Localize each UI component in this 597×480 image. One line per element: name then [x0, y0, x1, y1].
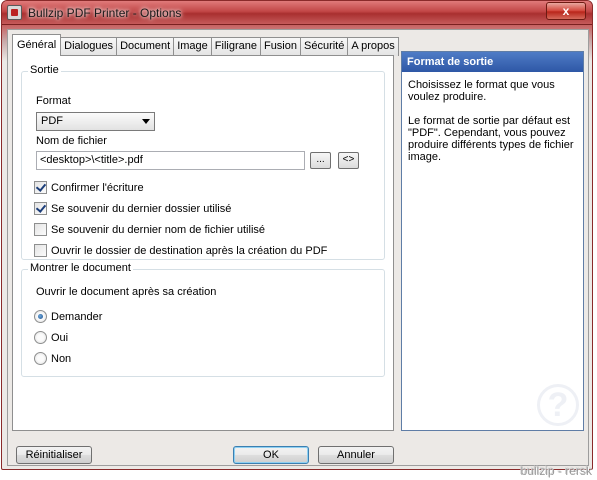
output-group-title: Sortie [28, 64, 61, 76]
radio-yes[interactable]: Oui [34, 330, 68, 345]
tab-a-propos[interactable]: A propos [347, 37, 399, 56]
general-tab-panel: Sortie Format PDF Nom de fichier <deskto… [12, 55, 394, 431]
radio-ask[interactable]: Demander [34, 309, 102, 324]
help-title: Format de sortie [402, 52, 583, 72]
dialog-client-area: Général Dialogues Document Image Filigra… [7, 29, 589, 466]
show-document-group-title: Montrer le document [28, 262, 133, 274]
options-window: Bullzip PDF Printer - Options x Général … [1, 0, 593, 470]
close-button[interactable]: x [546, 2, 586, 20]
help-text: Choisissez le format que vous voulez pro… [402, 72, 583, 182]
format-label: Format [36, 95, 71, 107]
option-label: Se souvenir du dernier dossier utilisé [51, 202, 232, 215]
show-document-group: Montrer le document Ouvrir le document a… [21, 262, 385, 377]
checkbox-checked-icon[interactable] [34, 181, 47, 194]
tab-document[interactable]: Document [116, 37, 175, 56]
tab-filigrane[interactable]: Filigrane [210, 37, 261, 56]
option-remember-filename[interactable]: Se souvenir du dernier nom de fichier ut… [34, 222, 265, 237]
checkbox-unchecked-icon[interactable] [34, 244, 47, 257]
watermark-text: bullzip - rersk [520, 464, 592, 478]
radio-unselected-icon[interactable] [34, 331, 47, 344]
cancel-button[interactable]: Annuler [318, 446, 394, 464]
radio-unselected-icon[interactable] [34, 352, 47, 365]
tab-dialogues[interactable]: Dialogues [60, 37, 118, 56]
help-panel: Format de sortie Choisissez le format qu… [401, 51, 584, 431]
ok-button[interactable]: OK [233, 446, 309, 464]
help-paragraph: Le format de sortie par défaut est "PDF"… [408, 115, 574, 163]
reset-button[interactable]: Réinitialiser [16, 446, 92, 464]
tab-strip: Général Dialogues Document Image Filigra… [12, 34, 399, 56]
tab-image[interactable]: Image [173, 37, 212, 56]
open-after-label: Ouvrir le document après sa création [36, 286, 217, 298]
option-open-folder[interactable]: Ouvrir le dossier de destination après l… [34, 243, 327, 258]
output-group: Sortie Format PDF Nom de fichier <deskto… [21, 64, 385, 260]
option-confirm-overwrite[interactable]: Confirmer l'écriture [34, 180, 144, 195]
filename-input[interactable]: <desktop>\<title>.pdf [36, 151, 305, 170]
app-icon [7, 5, 22, 20]
help-paragraph: Choisissez le format que vous voulez pro… [408, 79, 555, 103]
chevron-down-icon [142, 119, 150, 124]
filename-label: Nom de fichier [36, 135, 107, 147]
radio-label: Non [51, 352, 72, 365]
radio-label: Demander [51, 310, 103, 323]
option-remember-folder[interactable]: Se souvenir du dernier dossier utilisé [34, 201, 231, 216]
option-label: Ouvrir le dossier de destination après l… [51, 244, 328, 257]
option-label: Se souvenir du dernier nom de fichier ut… [51, 223, 266, 236]
radio-no[interactable]: Non [34, 351, 71, 366]
question-mark-icon: ? [537, 384, 579, 426]
radio-selected-icon[interactable] [34, 310, 47, 323]
format-select[interactable]: PDF [36, 112, 155, 131]
radio-label: Oui [51, 331, 69, 344]
macro-button[interactable]: <> [338, 152, 359, 169]
browse-button[interactable]: ... [310, 152, 331, 169]
tab-general[interactable]: Général [12, 34, 62, 56]
checkbox-checked-icon[interactable] [34, 202, 47, 215]
format-select-value: PDF [41, 115, 63, 127]
tab-securite[interactable]: Sécurité [300, 37, 349, 56]
title-bar[interactable]: Bullzip PDF Printer - Options x [2, 1, 592, 25]
window-title: Bullzip PDF Printer - Options [28, 6, 182, 20]
option-label: Confirmer l'écriture [51, 181, 144, 194]
tab-fusion[interactable]: Fusion [259, 37, 301, 56]
checkbox-unchecked-icon[interactable] [34, 223, 47, 236]
